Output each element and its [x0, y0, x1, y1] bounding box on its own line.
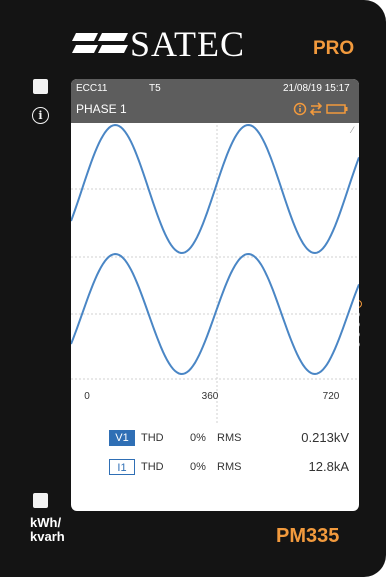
- energy-button[interactable]: [33, 493, 48, 508]
- waveform-chart: ⁄ 0 360 720: [71, 123, 359, 423]
- rms-value: 0.213kV: [301, 430, 349, 445]
- scale-mark: ⁄: [349, 126, 355, 136]
- thd-label: THD: [141, 461, 164, 473]
- measurement-row-v1: V1 THD 0% RMS 0.213kV: [109, 430, 359, 448]
- communication-arrows-icon: [309, 102, 323, 116]
- satec-logo-icon: [72, 33, 128, 53]
- x-tick: 720: [323, 391, 340, 402]
- channel-tag-v1[interactable]: V1: [109, 430, 135, 446]
- power-meter-device: SATEC PRO i kWh/ kvarh PM335 ECC11 T5 21…: [0, 0, 386, 577]
- thd-value: 0%: [190, 432, 206, 444]
- page-title: PHASE 1: [76, 102, 127, 116]
- brand-name: SATEC: [130, 24, 246, 64]
- display-screen[interactable]: ECC11 T5 21/08/19 15:17 PHASE 1 ⁄ 0 360 …: [71, 79, 359, 511]
- info-icon: i: [32, 107, 49, 124]
- status-bar: ECC11 T5 21/08/19 15:17 PHASE 1: [71, 79, 359, 123]
- status-icons: [293, 102, 348, 116]
- thd-label: THD: [141, 432, 164, 444]
- info-button[interactable]: [33, 79, 48, 94]
- model-name: PM335: [276, 525, 340, 547]
- measurement-row-i1: I1 THD 0% RMS 12.8kA: [109, 459, 359, 477]
- rms-label: RMS: [217, 461, 242, 473]
- energy-label-line1: kWh/: [30, 515, 62, 530]
- thd-value: 0%: [190, 461, 206, 473]
- pro-badge: PRO: [313, 38, 355, 59]
- rms-label: RMS: [217, 432, 242, 444]
- battery-icon: [326, 104, 348, 114]
- rms-value: 12.8kA: [308, 459, 349, 474]
- tag-label: T5: [149, 83, 161, 94]
- energy-label-line2: kvarh: [30, 529, 65, 544]
- datetime: 21/08/19 15:17: [283, 83, 350, 94]
- channel-tag-i1[interactable]: I1: [109, 459, 135, 475]
- x-tick: 0: [84, 391, 90, 402]
- energy-button-label: kWh/ kvarh: [30, 516, 65, 544]
- info-icon: [293, 102, 307, 116]
- x-tick: 360: [202, 391, 219, 402]
- device-name: ECC11: [76, 83, 108, 94]
